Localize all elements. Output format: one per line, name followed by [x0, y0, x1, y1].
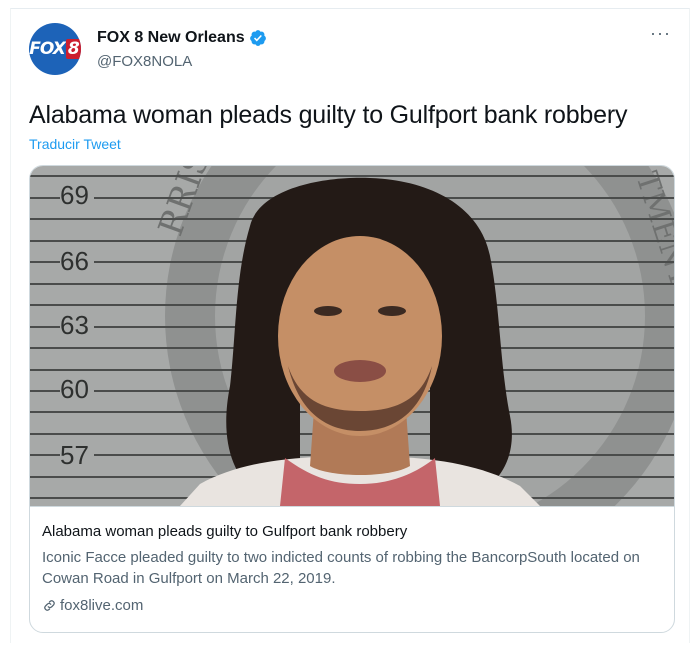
tweet-text: Alabama woman pleads guilty to Gulfport … — [29, 101, 628, 129]
link-preview-card[interactable]: RRIS TMENT 69 66 63 60 57 Alabama woman … — [29, 165, 675, 633]
card-domain[interactable]: fox8live.com — [42, 597, 143, 614]
link-icon — [44, 600, 55, 611]
card-description: Iconic Facce pleaded guilty to two indic… — [42, 549, 640, 587]
card-image[interactable]: RRIS TMENT 69 66 63 60 57 — [30, 166, 674, 506]
display-name[interactable]: FOX 8 New Orleans — [97, 29, 245, 47]
ruler-mark: 60 — [60, 374, 89, 404]
card-domain-text[interactable]: fox8live.com — [60, 597, 143, 614]
avatar[interactable]: FOX 8 — [29, 23, 81, 75]
author-handle[interactable]: @FOX8NOLA — [97, 53, 192, 70]
ruler-mark: 63 — [60, 310, 89, 340]
ruler-mark: 57 — [60, 440, 89, 470]
card-title[interactable]: Alabama woman pleads guilty to Gulfport … — [42, 523, 407, 540]
tweet-card[interactable]: FOX 8 FOX 8 New Orleans @FOX8NOLA ··· Ala… — [10, 8, 690, 643]
more-options-icon[interactable]: ··· — [650, 23, 671, 44]
translate-tweet-link[interactable]: Traducir Tweet — [29, 136, 121, 152]
verified-badge-icon — [249, 30, 266, 46]
card-body[interactable]: Alabama woman pleads guilty to Gulfport … — [30, 506, 674, 632]
ruler-mark: 69 — [60, 180, 89, 210]
ruler-mark: 66 — [60, 246, 89, 276]
avatar-logo: FOX 8 — [29, 39, 81, 59]
author-name-row[interactable]: FOX 8 New Orleans — [97, 29, 267, 47]
